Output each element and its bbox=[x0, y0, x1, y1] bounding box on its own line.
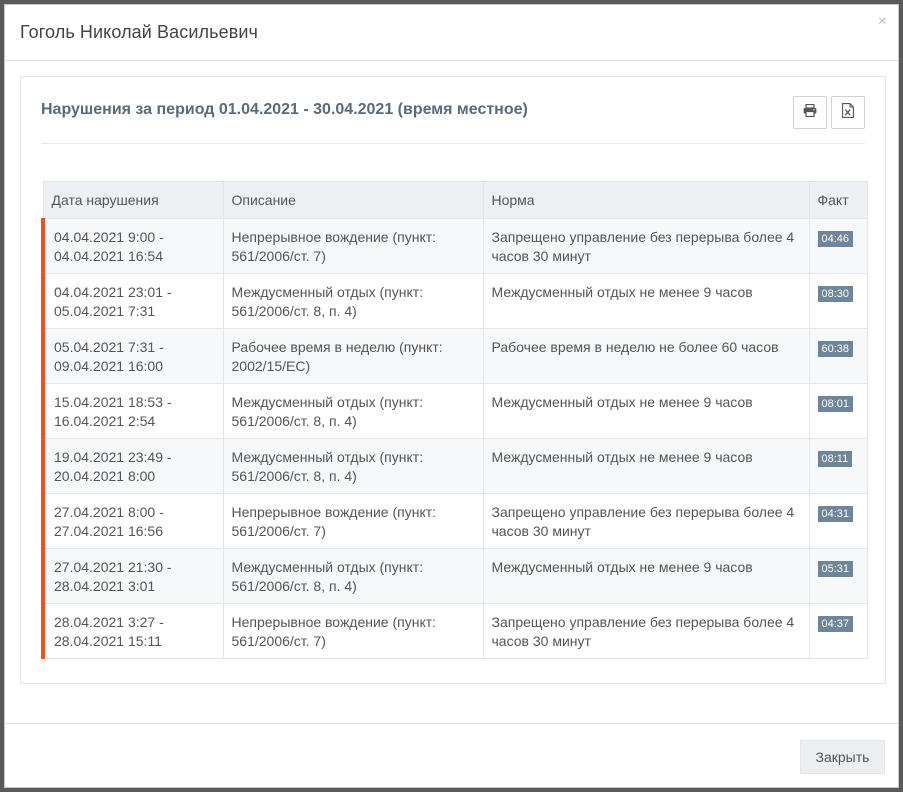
violation-description: Непрерывное вождение (пункт: 561/2006/ст… bbox=[222, 218, 484, 274]
fact-badge: 08:11 bbox=[817, 451, 853, 467]
column-header-norm[interactable]: Норма bbox=[482, 181, 810, 219]
table-row[interactable]: 04.04.2021 9:00 - 04.04.2021 16:54 Непре… bbox=[41, 218, 868, 274]
violation-description: Междусменный отдых (пункт: 561/2006/ст. … bbox=[222, 438, 484, 494]
violation-norm: Междусменный отдых не менее 9 часов bbox=[482, 383, 810, 439]
violation-fact-cell: 04:46 bbox=[808, 218, 868, 274]
violation-norm: Запрещено управление без перерыва более … bbox=[482, 603, 810, 659]
violation-norm: Запрещено управление без перерыва более … bbox=[482, 493, 810, 549]
table-row[interactable]: 27.04.2021 8:00 - 27.04.2021 16:56 Непре… bbox=[41, 493, 868, 549]
panel-divider bbox=[41, 143, 865, 144]
panel-toolbar bbox=[793, 96, 865, 129]
violations-table-wrapper: Дата нарушения Описание Норма Факт 04.04… bbox=[41, 181, 868, 659]
violation-norm: Запрещено управление без перерыва более … bbox=[482, 218, 810, 274]
violation-fact-cell: 60:38 bbox=[808, 328, 868, 384]
table-row[interactable]: 05.04.2021 7:31 - 09.04.2021 16:00 Рабоч… bbox=[41, 328, 868, 384]
violation-description: Междусменный отдых (пункт: 561/2006/ст. … bbox=[222, 383, 484, 439]
violation-description: Междусменный отдых (пункт: 561/2006/ст. … bbox=[222, 548, 484, 604]
table-row[interactable]: 19.04.2021 23:49 - 20.04.2021 8:00 Между… bbox=[41, 438, 868, 494]
column-header-date[interactable]: Дата нарушения bbox=[42, 181, 224, 219]
violation-fact-cell: 05:31 bbox=[808, 548, 868, 604]
dialog-title: Гоголь Николай Васильевич bbox=[20, 22, 258, 42]
fact-badge: 04:37 bbox=[817, 616, 854, 632]
dialog-header: Гоголь Николай Васильевич × bbox=[5, 5, 898, 61]
fact-badge: 04:46 bbox=[817, 231, 854, 247]
violation-norm: Рабочее время в неделю не более 60 часов bbox=[482, 328, 810, 384]
fact-badge: 60:38 bbox=[817, 341, 854, 357]
fact-badge: 08:30 bbox=[817, 286, 854, 302]
violation-date: 15.04.2021 18:53 - 16.04.2021 2:54 bbox=[41, 383, 224, 439]
table-row[interactable]: 04.04.2021 23:01 - 05.04.2021 7:31 Между… bbox=[41, 273, 868, 329]
violation-norm: Междусменный отдых не менее 9 часов bbox=[482, 273, 810, 329]
violation-date: 27.04.2021 21:30 - 28.04.2021 3:01 bbox=[41, 548, 224, 604]
table-row[interactable]: 28.04.2021 3:27 - 28.04.2021 15:11 Непре… bbox=[41, 603, 868, 659]
violation-description: Междусменный отдых (пункт: 561/2006/ст. … bbox=[222, 273, 484, 329]
violations-table: Дата нарушения Описание Норма Факт 04.04… bbox=[41, 181, 868, 659]
violation-norm: Междусменный отдых не менее 9 часов bbox=[482, 438, 810, 494]
dialog-footer: Закрыть bbox=[5, 723, 898, 789]
print-button[interactable] bbox=[793, 96, 827, 129]
violation-fact-cell: 04:31 bbox=[808, 493, 868, 549]
panel-title: Нарушения за период 01.04.2021 - 30.04.2… bbox=[41, 101, 528, 118]
violation-fact-cell: 04:37 bbox=[808, 603, 868, 659]
close-button[interactable]: Закрыть bbox=[800, 740, 885, 774]
fact-badge: 05:31 bbox=[817, 561, 854, 577]
violations-panel: Нарушения за период 01.04.2021 - 30.04.2… bbox=[20, 76, 886, 684]
fact-badge: 08:01 bbox=[817, 396, 854, 412]
table-row[interactable]: 27.04.2021 21:30 - 28.04.2021 3:01 Между… bbox=[41, 548, 868, 604]
fact-badge: 04:31 bbox=[817, 506, 854, 522]
table-header-row: Дата нарушения Описание Норма Факт bbox=[42, 181, 868, 219]
violation-description: Непрерывное вождение (пункт: 561/2006/ст… bbox=[222, 493, 484, 549]
violation-date: 27.04.2021 8:00 - 27.04.2021 16:56 bbox=[41, 493, 224, 549]
table-row[interactable]: 15.04.2021 18:53 - 16.04.2021 2:54 Между… bbox=[41, 383, 868, 439]
violation-date: 28.04.2021 3:27 - 28.04.2021 15:11 bbox=[41, 603, 224, 659]
violation-fact-cell: 08:11 bbox=[808, 438, 868, 494]
violation-fact-cell: 08:30 bbox=[808, 273, 868, 329]
column-header-description[interactable]: Описание bbox=[222, 181, 484, 219]
violation-date: 19.04.2021 23:49 - 20.04.2021 8:00 bbox=[41, 438, 224, 494]
violation-norm: Междусменный отдых не менее 9 часов bbox=[482, 548, 810, 604]
violation-date: 05.04.2021 7:31 - 09.04.2021 16:00 bbox=[41, 328, 224, 384]
violation-description: Рабочее время в неделю (пункт: 2002/15/E… bbox=[222, 328, 484, 384]
export-excel-button[interactable] bbox=[831, 96, 865, 129]
violations-dialog: Гоголь Николай Васильевич × Нарушения за… bbox=[4, 4, 899, 788]
violation-date: 04.04.2021 23:01 - 05.04.2021 7:31 bbox=[41, 273, 224, 329]
violation-description: Непрерывное вождение (пункт: 561/2006/ст… bbox=[222, 603, 484, 659]
excel-icon bbox=[842, 102, 854, 123]
violation-date: 04.04.2021 9:00 - 04.04.2021 16:54 bbox=[41, 218, 224, 274]
print-icon bbox=[803, 103, 817, 122]
close-icon[interactable]: × bbox=[878, 14, 887, 30]
violation-fact-cell: 08:01 bbox=[808, 383, 868, 439]
column-header-fact[interactable]: Факт bbox=[808, 181, 868, 219]
